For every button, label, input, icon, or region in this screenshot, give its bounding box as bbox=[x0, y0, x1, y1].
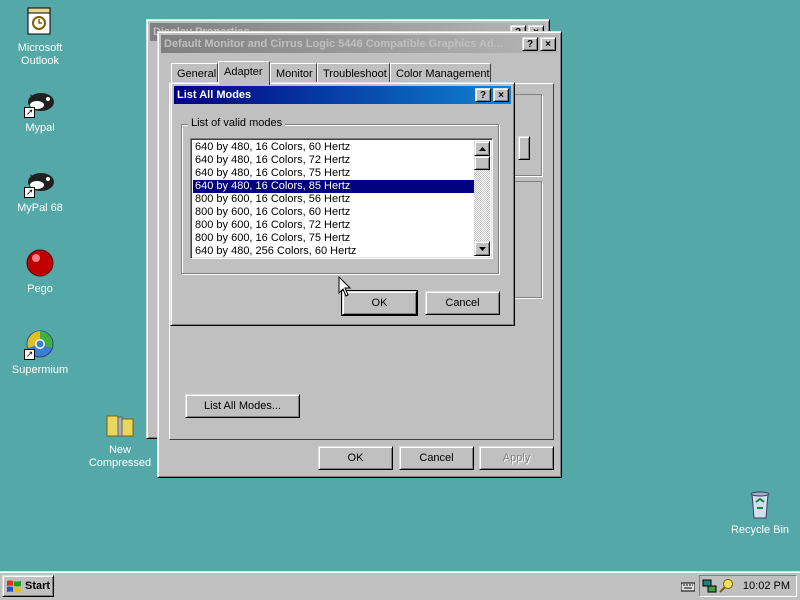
mouse-cursor-icon bbox=[338, 276, 352, 297]
desktop-icon-outlook[interactable]: Microsoft Outlook bbox=[0, 6, 80, 68]
keyboard-icon[interactable] bbox=[681, 580, 695, 592]
close-button[interactable]: × bbox=[493, 88, 509, 102]
desktop-icon-label: Outlook bbox=[21, 55, 59, 67]
shortcut-arrow-icon: ↗ bbox=[24, 107, 35, 118]
mode-list-item[interactable]: 640 by 480, 16 Colors, 75 Hertz bbox=[193, 167, 477, 180]
mode-list-item[interactable]: 640 by 480, 256 Colors, 60 Hertz bbox=[193, 245, 477, 258]
tab-monitor[interactable]: Monitor bbox=[270, 63, 317, 83]
mypal-icon: ↗ bbox=[24, 86, 56, 118]
mode-list-item[interactable]: 800 by 600, 16 Colors, 56 Hertz bbox=[193, 193, 477, 206]
desktop-icon-mypal[interactable]: ↗ Mypal bbox=[0, 86, 80, 135]
apply-button[interactable]: Apply bbox=[479, 446, 554, 470]
close-button[interactable]: × bbox=[540, 37, 556, 51]
cancel-button[interactable]: Cancel bbox=[425, 291, 500, 315]
valid-modes-groupbox: List of valid modes 640 by 480, 16 Color… bbox=[181, 117, 499, 274]
ok-button[interactable]: OK bbox=[318, 446, 393, 470]
outlook-icon bbox=[24, 6, 56, 38]
modes-scrollbar[interactable] bbox=[474, 141, 490, 256]
list-all-modes-button[interactable]: List All Modes... bbox=[185, 394, 300, 418]
tab-adapter[interactable]: Adapter bbox=[218, 61, 270, 85]
desktop-icon-label: New bbox=[108, 444, 131, 456]
adapter-titlebar[interactable]: Default Monitor and Cirrus Logic 5446 Co… bbox=[161, 35, 558, 53]
supermium-icon: ↗ bbox=[24, 328, 56, 360]
scroll-thumb[interactable] bbox=[474, 156, 490, 170]
network-icon[interactable] bbox=[702, 578, 718, 594]
shortcut-arrow-icon: ↗ bbox=[24, 349, 35, 360]
mode-list-item[interactable]: 800 by 600, 16 Colors, 75 Hertz bbox=[193, 232, 477, 245]
tab-color-management[interactable]: Color Management bbox=[390, 63, 491, 83]
clock[interactable]: 10:02 PM bbox=[743, 580, 790, 592]
modes-list: 640 by 480, 16 Colors, 60 Hertz 640 by 48… bbox=[193, 141, 477, 258]
properties-button[interactable] bbox=[518, 136, 530, 160]
window-title: Default Monitor and Cirrus Logic 5446 Co… bbox=[164, 38, 503, 50]
help-button[interactable]: ? bbox=[475, 88, 491, 102]
desktop-icon-label: Compressed bbox=[88, 457, 152, 469]
mode-list-item[interactable]: 640 by 480, 16 Colors, 85 Hertz bbox=[193, 180, 477, 193]
recycle-bin-icon bbox=[744, 488, 776, 520]
mode-list-item[interactable]: 800 by 600, 16 Colors, 60 Hertz bbox=[193, 206, 477, 219]
cancel-button[interactable]: Cancel bbox=[399, 446, 474, 470]
desktop-icon-label: Supermium bbox=[11, 364, 69, 376]
desktop-icon-mypal-68[interactable]: ↗ MyPal 68 bbox=[0, 166, 80, 215]
dialog-title: List All Modes bbox=[177, 89, 252, 101]
scroll-down-button[interactable] bbox=[474, 241, 490, 256]
arrow-up-icon bbox=[478, 146, 486, 151]
desktop-icon-recycle-bin[interactable]: Recycle Bin bbox=[720, 488, 800, 537]
search-tray-icon[interactable] bbox=[719, 578, 735, 594]
ok-button[interactable]: OK bbox=[341, 290, 418, 316]
desktop-icon-label: Mypal bbox=[25, 122, 55, 134]
desktop-icon-label: Microsoft bbox=[17, 42, 63, 54]
system-tray: 10:02 PM bbox=[681, 575, 797, 597]
modes-listbox[interactable]: 640 by 480, 16 Colors, 60 Hertz 640 by 48… bbox=[190, 138, 493, 259]
scroll-up-button[interactable] bbox=[474, 141, 490, 156]
desktop-icon-label: MyPal 68 bbox=[17, 202, 63, 214]
pego-icon bbox=[24, 247, 56, 279]
groupbox-label: List of valid modes bbox=[188, 117, 286, 129]
help-button[interactable]: ? bbox=[522, 37, 538, 51]
taskbar: Start 10:02 PM bbox=[0, 571, 800, 600]
mode-list-item[interactable]: 640 by 480, 16 Colors, 72 Hertz bbox=[193, 154, 477, 167]
desktop-icon-supermium[interactable]: ↗ Supermium bbox=[0, 328, 80, 377]
arrow-down-icon bbox=[478, 246, 486, 251]
tab-troubleshoot[interactable]: Troubleshoot bbox=[317, 63, 390, 83]
mode-list-item[interactable]: 800 by 600, 16 Colors, 72 Hertz bbox=[193, 219, 477, 232]
desktop-icon-pego[interactable]: Pego bbox=[0, 247, 80, 296]
start-button[interactable]: Start bbox=[2, 575, 54, 597]
tab-general[interactable]: General bbox=[171, 63, 218, 83]
zip-folder-icon bbox=[104, 408, 136, 440]
windows-logo-icon bbox=[7, 580, 21, 593]
shortcut-arrow-icon: ↗ bbox=[24, 187, 35, 198]
mode-list-item[interactable]: 640 by 480, 16 Colors, 60 Hertz bbox=[193, 141, 477, 154]
mypal-68-icon: ↗ bbox=[24, 166, 56, 198]
list-all-modes-titlebar[interactable]: List All Modes ? × bbox=[174, 86, 511, 104]
desktop-icon-label: Pego bbox=[27, 283, 53, 295]
desktop-icon-label: Recycle Bin bbox=[730, 524, 790, 536]
tab-strip: General Adapter Monitor Troubleshoot Col… bbox=[169, 61, 549, 85]
